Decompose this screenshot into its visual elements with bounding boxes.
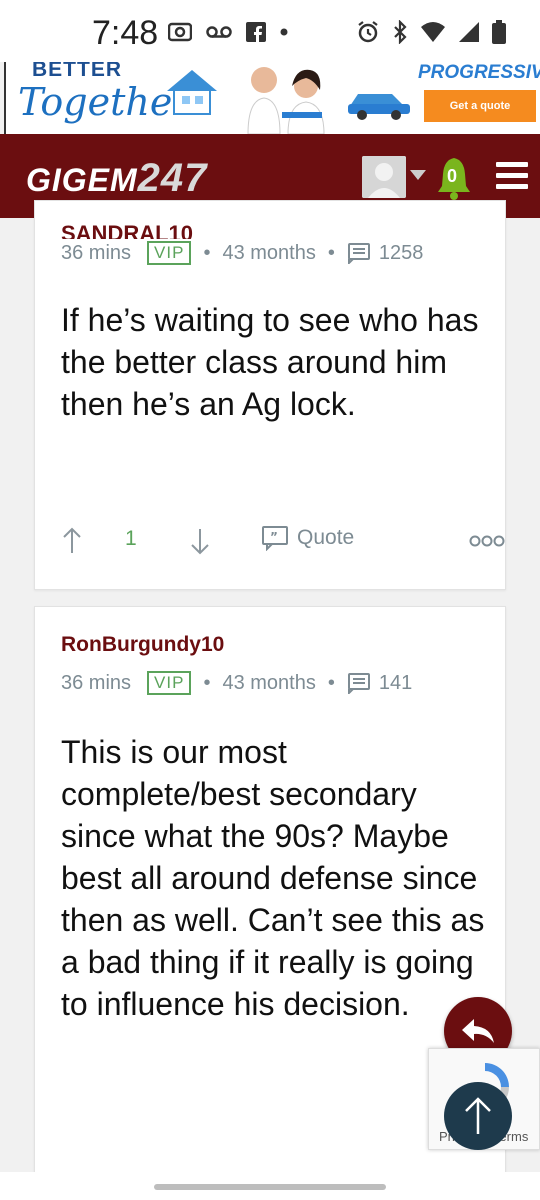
separator-dot: • [327, 241, 335, 264]
notifications-bell[interactable]: 0 [436, 156, 472, 200]
notification-count: 0 [447, 166, 458, 186]
author-post-count: 141 [378, 671, 413, 694]
user-menu-caret-icon[interactable] [410, 170, 426, 180]
post-meta: 36 mins VIP • 43 months • 141 [61, 671, 412, 695]
logo-number: 247 [137, 156, 208, 200]
ad-quote-button[interactable]: Get a quote [424, 90, 536, 122]
logo-text: GIGEM [26, 162, 138, 198]
quote-icon: ” [262, 526, 288, 551]
car-icon [348, 94, 410, 120]
separator-dot: • [203, 241, 211, 264]
member-tenure: 43 months [222, 671, 316, 694]
more-options-icon[interactable] [469, 535, 505, 547]
vip-badge: VIP [147, 241, 192, 265]
post-actions: 1 ” Quote [61, 521, 505, 561]
separator-dot: • [327, 671, 335, 694]
comments-icon [347, 243, 370, 264]
battery-icon [492, 20, 506, 44]
downvote-arrow-icon[interactable] [189, 527, 211, 555]
quote-button[interactable]: ” Quote [261, 525, 354, 551]
wifi-icon [421, 22, 445, 42]
author-post-count: 1258 [378, 241, 424, 264]
post-body: This is our most complete/best secondary… [61, 734, 485, 1022]
home-gesture-bar[interactable] [154, 1184, 386, 1190]
upvote-count: 1 [125, 527, 137, 550]
post-body: If he’s waiting to see who has the bette… [61, 302, 479, 422]
comments-icon [347, 673, 370, 694]
scroll-to-top-button[interactable] [444, 1082, 512, 1150]
dot-icon [280, 28, 288, 36]
bluetooth-icon [394, 20, 407, 44]
post-time: 36 mins [61, 241, 132, 264]
arrow-up-icon [465, 1097, 491, 1134]
signal-icon [459, 22, 479, 42]
separator-dot: • [203, 671, 211, 694]
quote-label: Quote [297, 526, 355, 549]
svg-text:”: ” [270, 530, 278, 544]
hamburger-menu-icon[interactable] [496, 162, 528, 192]
site-logo[interactable]: GIGEM247 [26, 156, 207, 201]
status-bar: 7:48 [0, 0, 540, 62]
post-author[interactable]: SANDRAL10 [61, 221, 193, 239]
status-time: 7:48 [92, 14, 159, 52]
post-card: SANDRAL10 36 mins VIP • 43 months • 1258… [34, 200, 506, 590]
alarm-icon [358, 21, 378, 43]
house-icon [167, 70, 217, 115]
member-tenure: 43 months [222, 241, 316, 264]
avatar-placeholder-icon [362, 156, 406, 198]
radio-icon [168, 22, 192, 42]
reply-icon [462, 1019, 494, 1043]
status-icons-right [356, 20, 506, 44]
facebook-icon [246, 22, 266, 42]
ad-brand-line1: BETTER [32, 62, 122, 81]
post-time: 36 mins [61, 671, 132, 694]
ad-people-illustration [247, 67, 325, 134]
ad-banner[interactable]: BETTER Together PROGRESSIVE Get a quote [4, 62, 540, 134]
ad-advertiser: PROGRESSIVE [418, 62, 540, 83]
upvote-arrow-icon[interactable] [61, 527, 83, 555]
post-meta: 36 mins VIP • 43 months • 1258 [61, 241, 423, 265]
user-avatar[interactable] [362, 156, 406, 198]
post-author[interactable]: RonBurgundy10 [61, 633, 224, 657]
vip-badge: VIP [147, 671, 192, 695]
voicemail-icon [206, 26, 232, 38]
status-icons-left [168, 22, 288, 42]
